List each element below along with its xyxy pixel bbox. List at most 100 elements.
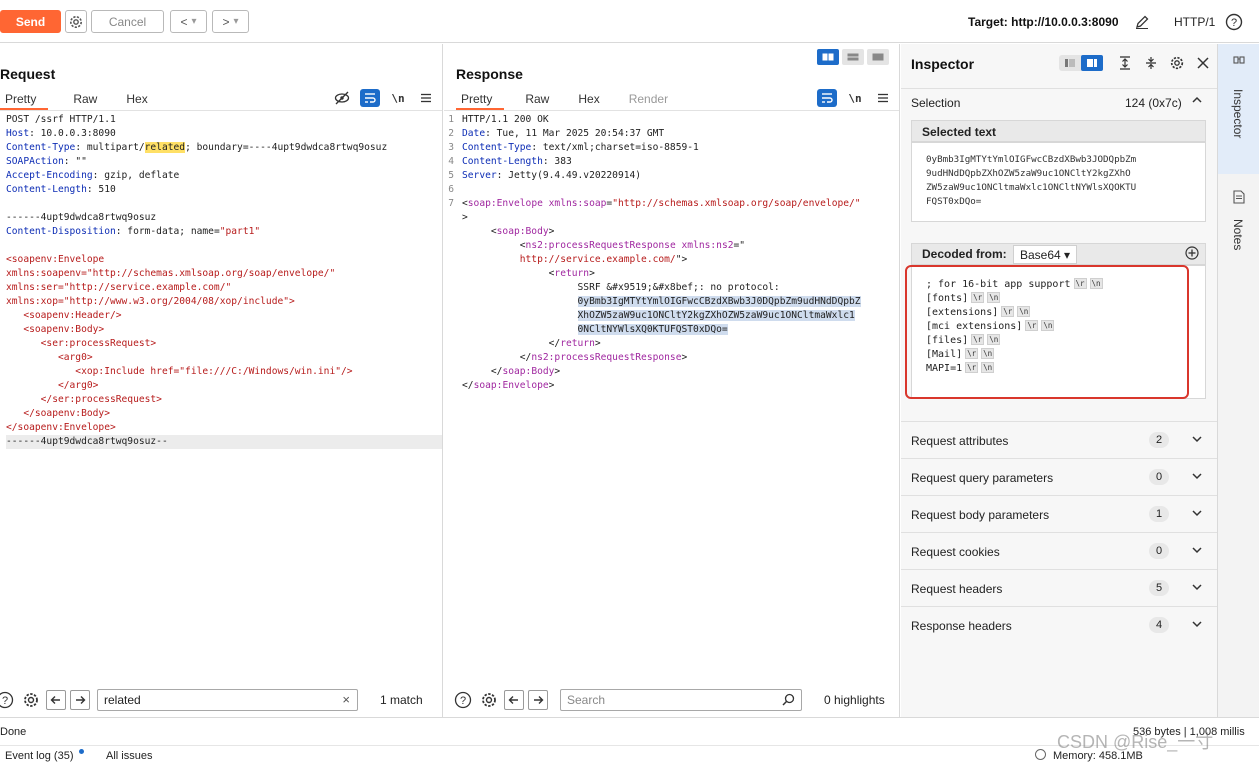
section-label: Request body parameters <box>911 508 1050 522</box>
inspector-section-response-headers[interactable]: Response headers 4 <box>901 606 1217 643</box>
code-token: "part1" <box>219 226 261 237</box>
response-tab-pretty[interactable]: Pretty <box>456 90 505 110</box>
response-tab-raw[interactable]: Raw <box>520 90 561 110</box>
code-token: POST /ssrf HTTP/1.1 <box>6 114 116 125</box>
response-tab-hex[interactable]: Hex <box>573 90 611 110</box>
code-line: <ns2:processRequestResponse xmlns:ns2=" <box>444 239 899 253</box>
search-settings-gear-icon[interactable] <box>20 689 42 711</box>
code-line: <ser:processRequest> <box>6 337 442 351</box>
clear-search-icon[interactable]: × <box>342 692 350 707</box>
cancel-button[interactable]: Cancel <box>91 10 164 33</box>
help-icon[interactable]: ? <box>1223 11 1245 33</box>
response-search-input[interactable]: Search <box>560 689 802 711</box>
expand-all-icon[interactable] <box>1115 54 1135 72</box>
collapse-all-icon[interactable] <box>1141 54 1161 72</box>
settings-gear-icon[interactable] <box>65 10 87 33</box>
code-token: ; boundary=----4upt9dwdca8rtwq9osuz <box>185 142 388 153</box>
search-previous-arrow-icon[interactable] <box>46 690 66 710</box>
request-search-input[interactable]: related × <box>97 689 358 711</box>
request-tab-raw[interactable]: Raw <box>68 90 109 110</box>
code-token: > <box>548 226 555 237</box>
code-token: > <box>548 380 555 391</box>
svg-text:?: ? <box>1231 17 1237 29</box>
side-tab-bar: Inspector Notes <box>1217 44 1259 717</box>
code-token: <arg0> <box>6 352 93 363</box>
decoded-from-header: Decoded from: Base64 ▾ <box>911 243 1206 265</box>
search-magnifier-icon[interactable] <box>782 693 795 709</box>
response-wrap-lines-icon[interactable] <box>817 89 837 107</box>
code-token: ns2:processRequestResponse <box>525 240 676 251</box>
code-line: SOAPAction: "" <box>6 155 442 169</box>
request-menu-icon[interactable] <box>416 89 436 107</box>
chevron-up-icon[interactable] <box>1191 94 1203 109</box>
response-tab-render[interactable]: Render <box>624 90 680 110</box>
request-tab-pretty[interactable]: Pretty <box>0 90 49 110</box>
event-log-link[interactable]: Event log (35) <box>5 750 73 762</box>
selected-text-value[interactable]: 0yBmb3IgMTYtYmlOIGFwcCBzdXBwb3JODQpbZm 9… <box>911 142 1206 222</box>
search-help-icon[interactable]: ? <box>0 689 16 711</box>
layout-stacked-icon[interactable] <box>842 49 864 65</box>
response-editor[interactable]: 1 HTTP/1.1 200 OK 2 Date: Tue, 11 Mar 2025 … <box>444 110 899 680</box>
edit-target-pencil-icon[interactable] <box>1131 11 1153 33</box>
code-token: </soapenv:Envelope> <box>6 422 116 433</box>
back-dropdown-icon[interactable]: ▾ <box>191 16 196 27</box>
inspector-section-request-attributes[interactable]: Request attributes 2 <box>901 421 1217 458</box>
inspector-layout-split-icon[interactable] <box>1081 55 1103 71</box>
request-tab-hex[interactable]: Hex <box>121 90 159 110</box>
layout-toggle <box>817 49 889 65</box>
chevron-down-icon[interactable] <box>1191 507 1203 522</box>
show-newlines-icon[interactable]: \n <box>388 89 408 107</box>
search-next-arrow-icon[interactable] <box>70 690 90 710</box>
back-button[interactable]: < ▾ <box>170 10 207 33</box>
chevron-down-icon[interactable] <box>1191 544 1203 559</box>
inspector-section-request-cookies[interactable]: Request cookies 0 <box>901 532 1217 569</box>
response-search-settings-gear-icon[interactable] <box>478 689 500 711</box>
inspector-settings-gear-icon[interactable] <box>1167 54 1187 72</box>
response-search-previous-arrow-icon[interactable] <box>504 690 524 710</box>
response-search-help-icon[interactable]: ? <box>452 689 474 711</box>
layout-side-by-side-icon[interactable] <box>817 49 839 65</box>
request-editor[interactable]: POST /ssrf HTTP/1.1 Host: 10.0.0.3:8090 Co… <box>0 110 442 680</box>
hide-nonprintable-eye-icon[interactable] <box>332 89 352 107</box>
add-decoding-plus-icon[interactable] <box>1185 246 1199 263</box>
side-tab-inspector[interactable]: Inspector <box>1218 44 1259 174</box>
wrap-lines-icon[interactable] <box>360 89 380 107</box>
close-inspector-icon[interactable] <box>1193 54 1213 72</box>
inspector-layout-list-icon[interactable] <box>1059 55 1081 71</box>
chevron-down-icon[interactable] <box>1191 470 1203 485</box>
code-token: soap:Envelope <box>467 198 543 209</box>
request-search-bar: ? related × 1 match <box>0 685 443 715</box>
code-line: </soap:Body> <box>444 365 899 379</box>
code-line: 4 Content-Length: 383 <box>444 155 899 169</box>
response-show-newlines-icon[interactable]: \n <box>845 89 865 107</box>
chevron-down-icon[interactable] <box>1191 581 1203 596</box>
line-number: 7 <box>448 198 454 209</box>
decoding-select[interactable]: Base64 ▾ <box>1013 245 1078 264</box>
chevron-down-icon[interactable] <box>1191 433 1203 448</box>
all-issues-link[interactable]: All issues <box>106 750 152 762</box>
code-token: > <box>554 366 561 377</box>
code-token: Server <box>462 170 497 181</box>
code-token: SOAPAction <box>6 156 64 167</box>
inspector-section-request-headers[interactable]: Request headers 5 <box>901 569 1217 606</box>
side-tab-notes[interactable]: Notes <box>1218 174 1259 274</box>
code-line: <soapenv:Header/> <box>6 309 442 323</box>
send-button[interactable]: Send <box>0 10 61 33</box>
code-token: soap:Body <box>502 366 555 377</box>
http-version-toggle[interactable]: HTTP/1 <box>1174 15 1215 29</box>
chevron-down-icon[interactable] <box>1191 618 1203 633</box>
forward-button[interactable]: > ▾ <box>212 10 249 33</box>
inspector-section-request-query-parameters[interactable]: Request query parameters 0 <box>901 458 1217 495</box>
status-text: Done <box>0 726 27 738</box>
layout-single-icon[interactable] <box>867 49 889 65</box>
forward-dropdown-icon[interactable]: ▾ <box>233 16 238 27</box>
code-line: Content-Length: 510 <box>6 183 442 197</box>
response-search-next-arrow-icon[interactable] <box>528 690 548 710</box>
inspector-section-request-body-parameters[interactable]: Request body parameters 1 <box>901 495 1217 532</box>
response-menu-icon[interactable] <box>873 89 893 107</box>
response-panel: Response Pretty Raw Hex Render \n 1 HTTP/… <box>444 44 900 717</box>
code-line: <arg0> <box>6 351 442 365</box>
section-label: Request attributes <box>911 434 1009 448</box>
inspector-title: Inspector <box>911 56 975 72</box>
